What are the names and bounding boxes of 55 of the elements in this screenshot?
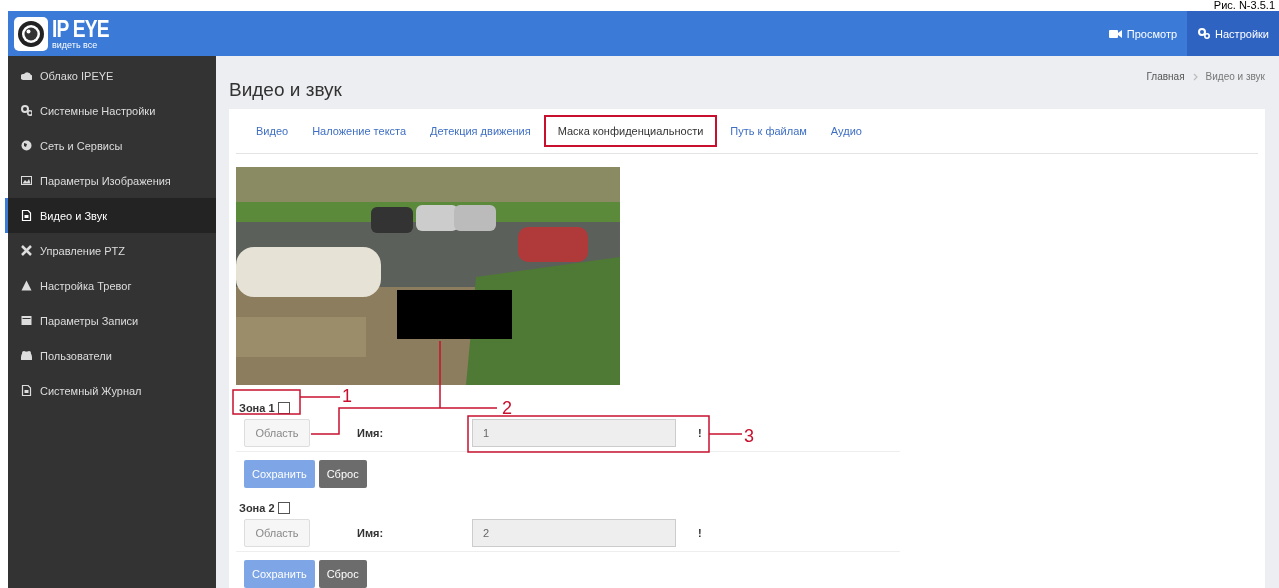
tab[interactable]: Детекция движения	[419, 115, 542, 147]
sidebar-item[interactable]: Параметры Записи	[5, 303, 216, 338]
logo-tagline: видеть все	[52, 39, 99, 50]
cloud-icon	[21, 70, 32, 81]
arrows-icon	[21, 245, 32, 256]
name-field[interactable]: 1	[472, 419, 676, 447]
sidebar-item[interactable]: Управление PTZ	[5, 233, 216, 268]
chevron-icon	[1192, 72, 1198, 81]
tab[interactable]: Наложение текста	[301, 115, 418, 147]
name-label: Имя:	[357, 427, 385, 439]
sidebar-item[interactable]: Облако IPEYE	[5, 58, 216, 93]
gears-icon	[1197, 28, 1211, 39]
page-title: Видео и звук	[229, 78, 342, 101]
area-button[interactable]: Область	[244, 519, 310, 547]
gears-icon	[21, 105, 32, 116]
callout-number: 2	[502, 398, 512, 418]
sidebar-item[interactable]: Сеть и Сервисы	[5, 128, 216, 163]
checkbox[interactable]	[277, 502, 290, 514]
required-mark: !	[698, 427, 702, 439]
sidebar-item[interactable]: Системные Настройки	[5, 93, 216, 128]
sidebar-item[interactable]: Параметры Изображения	[5, 163, 216, 198]
name-label: Имя:	[357, 527, 385, 539]
name-field[interactable]: 2	[472, 519, 676, 547]
breadcrumb-text: Видео и звук	[1205, 71, 1265, 82]
sidebar-item[interactable]: Пользователи	[5, 338, 216, 373]
zone-label: Зона 2	[239, 502, 275, 514]
nav-link[interactable]: Просмотр	[1098, 11, 1188, 56]
sidebar-item[interactable]: Настройка Тревог	[5, 268, 216, 303]
users-icon	[21, 350, 32, 361]
tab[interactable]: Видео	[245, 115, 300, 147]
breadcrumb-link[interactable]: Главная	[1146, 71, 1185, 82]
video-camera-icon	[1108, 28, 1122, 39]
tab[interactable]: Маска конфиденциальности	[543, 115, 718, 147]
tab[interactable]: Путь к файлам	[719, 115, 818, 147]
logo-text: IP EYE	[52, 17, 109, 40]
tab[interactable]: Аудио	[819, 115, 873, 147]
figure-caption: Рис. N-3.5.1	[1213, 0, 1275, 11]
required-mark: !	[698, 527, 702, 539]
document-icon	[21, 210, 32, 221]
reset-button[interactable]: Сброс	[318, 560, 367, 588]
callout-number: 3	[744, 426, 754, 446]
callout-number: 1	[342, 386, 352, 406]
eye-logo-icon	[14, 16, 48, 51]
reset-button[interactable]: Сброс	[318, 460, 367, 488]
sidebar-item[interactable]: Системный Журнал	[5, 373, 216, 408]
nav-link[interactable]: Настройки	[1187, 11, 1279, 56]
picture-icon	[21, 175, 32, 186]
sidebar-item[interactable]: Видео и Звук	[5, 198, 216, 233]
drive-icon	[21, 315, 32, 326]
zone-label: Зона 1	[239, 402, 275, 414]
document-icon	[21, 385, 32, 396]
warning-icon	[21, 280, 32, 291]
area-button[interactable]: Область	[244, 419, 310, 447]
checkbox[interactable]	[277, 402, 290, 414]
globe-icon	[21, 140, 32, 151]
